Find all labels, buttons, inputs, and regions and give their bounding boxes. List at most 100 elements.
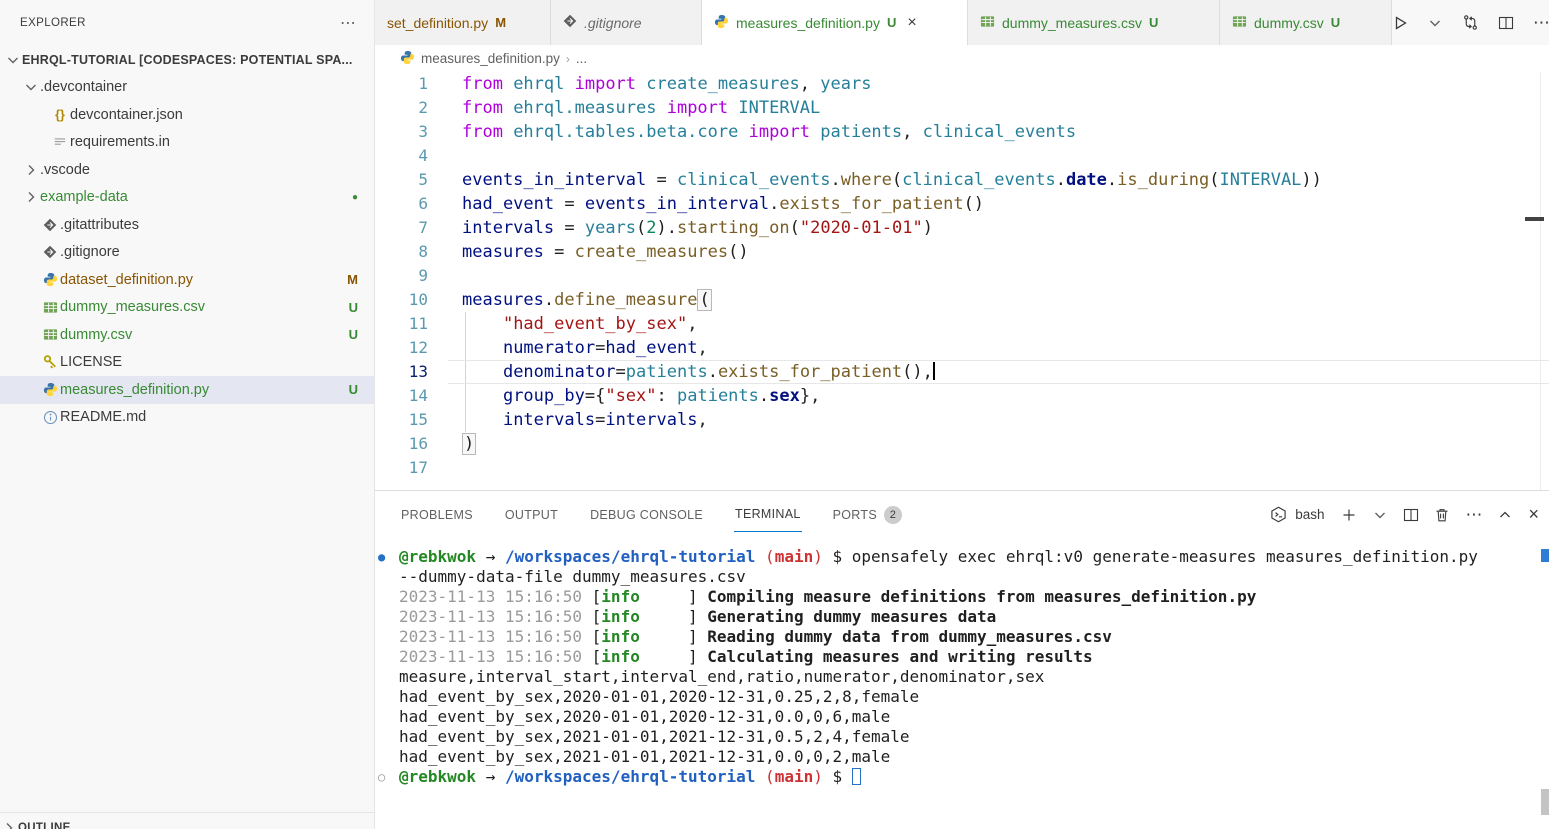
- tree-item-devcontainer.json[interactable]: {}devcontainer.json: [0, 101, 374, 129]
- panel-tab-output[interactable]: OUTPUT: [504, 498, 559, 532]
- code-text: measures.define_measure(: [448, 288, 1549, 312]
- tree-item-dummy.csv[interactable]: dummy.csvU: [0, 321, 374, 349]
- command-decoration-icon[interactable]: ●: [378, 547, 385, 567]
- gitfile-icon: [563, 14, 577, 31]
- git-status-badge: U: [1149, 15, 1158, 30]
- code-line-6[interactable]: 6had_event = events_in_interval.exists_f…: [375, 192, 1549, 216]
- tree-item-label: .gitignore: [60, 244, 374, 260]
- more-actions-icon[interactable]: ⋯: [1465, 505, 1482, 525]
- tree-item-.gitattributes[interactable]: .gitattributes: [0, 211, 374, 239]
- code-line-13[interactable]: 13 denominator=patients.exists_for_patie…: [375, 360, 1549, 384]
- vscode-window: EXPLORER ⋯ EHRQL-TUTORIAL [CODESPACES: P…: [0, 0, 1549, 829]
- code-text: [448, 144, 1549, 168]
- tree-item-.gitignore[interactable]: .gitignore: [0, 239, 374, 267]
- python-icon: [714, 14, 729, 32]
- run-icon[interactable]: [1392, 15, 1408, 31]
- tree-item-license[interactable]: LICENSE: [0, 349, 374, 377]
- code-line-15[interactable]: 15 intervals=intervals,: [375, 408, 1549, 432]
- code-line-2[interactable]: 2from ehrql.measures import INTERVAL: [375, 96, 1549, 120]
- code-editor[interactable]: 1from ehrql import create_measures, year…: [375, 72, 1549, 490]
- terminal-line-3: 2023-11-13 15:16:50 [info ] Compiling me…: [375, 587, 1549, 607]
- tab-measures-definition.py[interactable]: measures_definition.pyU×: [702, 0, 968, 45]
- outline-section[interactable]: OUTLINE: [0, 812, 374, 829]
- chevron-down-icon: [22, 79, 40, 95]
- panel-tab-label: PORTS: [833, 508, 877, 522]
- explorer-more-actions-icon[interactable]: ⋯: [340, 13, 356, 33]
- chevron-right-icon: [22, 162, 40, 178]
- tab-dummy.csv[interactable]: dummy.csvU: [1220, 0, 1392, 45]
- panel-tab-debug-console[interactable]: DEBUG CONSOLE: [589, 498, 704, 532]
- code-line-16[interactable]: 16): [375, 432, 1549, 456]
- terminal-line-7: measure,interval_start,interval_end,rati…: [375, 667, 1549, 687]
- tree-item-label: requirements.in: [70, 134, 374, 150]
- tree-item-measures-definition.py[interactable]: measures_definition.pyU: [0, 376, 374, 404]
- code-text: from ehrql import create_measures, years: [448, 72, 1549, 96]
- tab-dummy-measures.csv[interactable]: dummy_measures.csvU: [968, 0, 1220, 45]
- breadcrumb-file[interactable]: measures_definition.py: [421, 51, 560, 66]
- tree-item-label: measures_definition.py: [60, 382, 349, 398]
- terminal-line-12: ○@rebkwok → /workspaces/ehrql-tutorial (…: [375, 767, 1549, 787]
- line-number: 5: [375, 168, 448, 192]
- tree-item-ehrql-tutorial-codespaces-potential-spa...[interactable]: EHRQL-TUTORIAL [CODESPACES: POTENTIAL SP…: [0, 46, 374, 74]
- panel-tab-label: OUTPUT: [505, 508, 558, 522]
- split-terminal-icon[interactable]: [1403, 507, 1419, 523]
- line-number: 14: [375, 384, 448, 408]
- line-number: 8: [375, 240, 448, 264]
- code-line-8[interactable]: 8measures = create_measures(): [375, 240, 1549, 264]
- code-line-14[interactable]: 14 group_by={"sex": patients.sex},: [375, 384, 1549, 408]
- code-line-3[interactable]: 3from ehrql.tables.beta.core import pati…: [375, 120, 1549, 144]
- code-text: denominator=patients.exists_for_patient(…: [448, 360, 1549, 384]
- tab-set-definition.py[interactable]: set_definition.pyM: [375, 0, 551, 45]
- panel-tab-problems[interactable]: PROBLEMS: [400, 498, 474, 532]
- code-text: group_by={"sex": patients.sex},: [448, 384, 1549, 408]
- terminal-dropdown[interactable]: [1372, 507, 1388, 523]
- line-number: 4: [375, 144, 448, 168]
- tree-item-.devcontainer[interactable]: .devcontainer: [0, 74, 374, 102]
- maximize-panel-icon[interactable]: [1497, 507, 1513, 523]
- tree-item-dummy-measures.csv[interactable]: dummy_measures.csvU: [0, 294, 374, 322]
- terminal-line-4: 2023-11-13 15:16:50 [info ] Generating d…: [375, 607, 1549, 627]
- line-number: 16: [375, 432, 448, 456]
- code-line-9[interactable]: 9: [375, 264, 1549, 288]
- line-number: 11: [375, 312, 448, 336]
- terminal-line-8: had_event_by_sex,2020-01-01,2020-12-31,0…: [375, 687, 1549, 707]
- panel-tab-terminal[interactable]: TERMINAL: [734, 498, 802, 532]
- tree-item-label: .devcontainer: [40, 79, 374, 95]
- close-tab-icon[interactable]: ×: [907, 14, 916, 32]
- breadcrumb-separator: ›: [566, 52, 570, 66]
- explorer-sidebar: EXPLORER ⋯ EHRQL-TUTORIAL [CODESPACES: P…: [0, 0, 375, 829]
- tree-item-example-data[interactable]: example-data●: [0, 184, 374, 212]
- line-number: 17: [375, 456, 448, 480]
- terminal-shell-label[interactable]: bash: [1295, 507, 1324, 522]
- code-line-17[interactable]: 17: [375, 456, 1549, 480]
- kill-terminal-icon[interactable]: [1434, 507, 1450, 523]
- terminal-line-11: had_event_by_sex,2021-01-01,2021-12-31,0…: [375, 747, 1549, 767]
- chevron-right-icon: [22, 189, 40, 205]
- more-actions-icon[interactable]: ⋯: [1533, 13, 1549, 33]
- code-line-4[interactable]: 4: [375, 144, 1549, 168]
- breadcrumb-symbol[interactable]: ...: [576, 51, 587, 66]
- code-line-10[interactable]: 10measures.define_measure(: [375, 288, 1549, 312]
- tab-.gitignore[interactable]: .gitignore: [551, 0, 702, 45]
- run-dropdown[interactable]: [1427, 15, 1443, 31]
- code-line-12[interactable]: 12 numerator=had_event,: [375, 336, 1549, 360]
- code-line-5[interactable]: 5events_in_interval = clinical_events.wh…: [375, 168, 1549, 192]
- terminal-scrollbar-thumb[interactable]: [1541, 789, 1549, 815]
- command-decoration-icon[interactable]: ○: [378, 767, 385, 787]
- terminal[interactable]: ●@rebkwok → /workspaces/ehrql-tutorial (…: [375, 538, 1549, 829]
- code-line-7[interactable]: 7intervals = years(2).starting_on("2020-…: [375, 216, 1549, 240]
- new-terminal-icon[interactable]: [1341, 507, 1357, 523]
- tree-item-.vscode[interactable]: .vscode: [0, 156, 374, 184]
- code-line-11[interactable]: 11 "had_event_by_sex",: [375, 312, 1549, 336]
- tree-item-requirements.in[interactable]: requirements.in: [0, 129, 374, 157]
- close-panel-icon[interactable]: ×: [1528, 504, 1539, 525]
- bottom-panel: PROBLEMS OUTPUT DEBUG CONSOLE TERMINAL PORTS…: [375, 490, 1549, 829]
- split-editor-icon[interactable]: [1498, 15, 1514, 31]
- code-line-1[interactable]: 1from ehrql import create_measures, year…: [375, 72, 1549, 96]
- line-number: 3: [375, 120, 448, 144]
- open-changes-icon[interactable]: [1462, 14, 1479, 31]
- panel-tab-ports[interactable]: PORTS2: [832, 498, 903, 532]
- tree-item-readme.md[interactable]: README.md: [0, 404, 374, 432]
- tree-item-dataset-definition.py[interactable]: dataset_definition.pyM: [0, 266, 374, 294]
- panel-header: PROBLEMS OUTPUT DEBUG CONSOLE TERMINAL PORTS…: [375, 491, 1549, 538]
